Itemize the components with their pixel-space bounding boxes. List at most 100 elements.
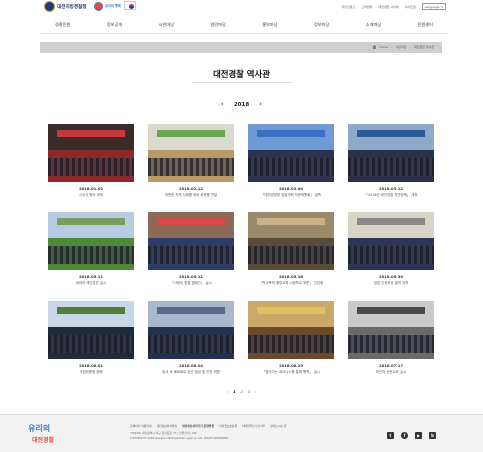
footer-logo-line2: 대전경찰 xyxy=(32,437,55,444)
gallery-caption[interactable]: 「학교폭력 예방교육 시범학교 위문」 간담회 xyxy=(248,280,334,285)
gallery-date: 2018.06.01 xyxy=(78,363,104,368)
gallery-date: 2018.05.16 xyxy=(278,274,304,279)
utility-link[interactable]: 국민신문고 xyxy=(341,5,355,9)
language-label: Language xyxy=(424,4,440,9)
photo-people xyxy=(48,158,134,176)
gallery-caption[interactable]: 시무식 행사 개최 xyxy=(48,192,134,197)
gallery-card[interactable]: 2018.06.04 등교 후 폐쇄회로 공간 점검 및 안전 체험 xyxy=(148,301,234,374)
utility-link[interactable]: 대전경찰 사이버 xyxy=(378,5,398,9)
gallery-thumbnail[interactable] xyxy=(348,124,434,182)
gallery-thumbnail[interactable] xyxy=(48,124,134,182)
photo-people xyxy=(148,246,234,264)
nav-item[interactable]: 정보마당 xyxy=(314,22,329,28)
footer-link[interactable]: 홈페이지 이용안내 xyxy=(130,424,151,428)
nav-item[interactable]: 경찰민원 xyxy=(55,22,70,28)
gallery-caption[interactable]: 「대전경찰청 경찰개혁 자문위원회」 발족 xyxy=(248,192,334,197)
gallery-thumbnail[interactable] xyxy=(148,124,234,182)
gallery-date: 2018.05.11 xyxy=(178,274,204,279)
gallery-caption[interactable]: 경찰 인권보호 결의 개최 xyxy=(348,280,434,285)
gallery-caption[interactable]: 「사랑의 헌혈 캠페인」 실시 xyxy=(148,280,234,285)
gallery-card[interactable]: 2018.05.16 「학교폭력 예방교육 시범학교 위문」 간담회 xyxy=(248,212,334,285)
gallery-card[interactable]: 2018.05.11 「사랑의 헌혈 캠페인」 실시 xyxy=(148,212,234,285)
youtube-icon[interactable]: ▶ xyxy=(415,432,422,439)
photo-people xyxy=(348,246,434,264)
gallery-card[interactable]: 2018.03.12 「2018년 대전경찰 치안정책」 개최 xyxy=(348,124,434,197)
nav-item[interactable]: 민원센터 xyxy=(418,22,433,28)
gallery-caption[interactable]: 「찾아가는 레크니스를 통해 행복」 실시 xyxy=(248,369,334,374)
facebook-icon[interactable]: f xyxy=(401,432,408,439)
breadcrumb-item[interactable]: Home xyxy=(379,45,388,49)
utility-link[interactable]: 사이트맵 xyxy=(405,5,416,9)
footer-link[interactable]: 영상정보처리기기 운영방침 xyxy=(182,424,214,428)
slogan-logo[interactable]: 유리의 행복 xyxy=(94,2,121,11)
home-icon[interactable] xyxy=(372,45,377,49)
gallery-card[interactable]: 2018.06.01 국립현충원 참배 xyxy=(48,301,134,374)
gallery-card[interactable]: 2018.07.17 보안자 전문교육 실시 xyxy=(348,301,434,374)
breadcrumb: Home › 시민마당 › 대전경찰 역사관 xyxy=(372,45,434,49)
photo-banner xyxy=(56,217,126,225)
current-year: 2018 xyxy=(233,101,250,108)
next-page-button[interactable]: › xyxy=(255,390,256,394)
gallery-thumbnail[interactable] xyxy=(148,301,234,359)
language-select[interactable]: Language ▾ xyxy=(421,3,446,10)
gallery-thumbnail[interactable] xyxy=(348,212,434,270)
prev-year-button[interactable]: ‹ xyxy=(221,101,224,108)
blog-icon[interactable]: b xyxy=(429,432,436,439)
photo-banner xyxy=(256,217,326,225)
gallery-thumbnail[interactable] xyxy=(48,301,134,359)
gallery-caption[interactable]: 따뜻한 지역 사회를 위한 위문품 전달 xyxy=(148,192,234,197)
nav-item[interactable]: 소개마당 xyxy=(366,22,381,28)
photo-background xyxy=(348,301,434,328)
utility-link[interactable]: 고객센터 xyxy=(361,5,372,9)
footer-link[interactable]: 개인정보처리방침 xyxy=(156,424,177,428)
breadcrumb-item[interactable]: 시민마당 xyxy=(395,45,406,49)
gallery-card[interactable]: 2018.03.09 「대전경찰청 경찰개혁 자문위원회」 발족 xyxy=(248,124,334,197)
nav-item[interactable]: 열린마당 xyxy=(210,22,225,28)
gallery-card[interactable]: 2018.05.30 경찰 인권보호 결의 개최 xyxy=(348,212,434,285)
korea-flag-icon xyxy=(124,1,136,10)
twitter-icon[interactable]: t xyxy=(387,432,394,439)
footer-logo-line1: 유리의 xyxy=(28,424,51,433)
page-link[interactable]: 3 xyxy=(248,390,250,394)
photo-banner xyxy=(256,129,326,137)
photo-background xyxy=(48,212,134,239)
gallery-date: 2018.06.29 xyxy=(278,363,304,368)
gallery-card[interactable]: 2018.02.12 따뜻한 지역 사회를 위한 위문품 전달 xyxy=(148,124,234,197)
gallery-caption[interactable]: 보안자 전문교육 실시 xyxy=(348,369,434,374)
footer-link[interactable]: 찾아오시는 길 xyxy=(270,424,286,428)
photo-people xyxy=(148,158,234,176)
prev-page-button[interactable]: ‹ xyxy=(227,390,228,394)
gallery-caption[interactable]: 대테러·재난훈련 실시 xyxy=(48,280,134,285)
police-emblem-icon xyxy=(44,1,55,12)
photo-banner xyxy=(356,306,426,314)
gallery-thumbnail[interactable] xyxy=(348,301,434,359)
nav-item[interactable]: 시민마당 xyxy=(159,22,174,28)
gallery-thumbnail[interactable] xyxy=(248,124,334,182)
next-year-button[interactable]: › xyxy=(259,101,262,108)
title-divider xyxy=(192,82,292,83)
gallery-date: 2018.03.09 xyxy=(278,186,304,191)
gallery-thumbnail[interactable] xyxy=(248,212,334,270)
footer-link[interactable]: 저작권보호정책 xyxy=(219,424,237,428)
nav-item[interactable]: 정보공개 xyxy=(107,22,122,28)
gallery-caption[interactable]: 국립현충원 참배 xyxy=(48,369,134,374)
gallery-card[interactable]: 2018.01.02 시무식 행사 개최 xyxy=(48,124,134,197)
photo-banner xyxy=(256,306,326,314)
footer-link[interactable]: 이메일무단수집거부 xyxy=(242,424,265,428)
gallery-thumbnail[interactable] xyxy=(148,212,234,270)
breadcrumb-separator: › xyxy=(391,45,393,49)
page-link[interactable]: 2 xyxy=(240,390,242,394)
breadcrumb-item[interactable]: 대전경찰 역사관 xyxy=(414,45,434,49)
photo-people xyxy=(248,335,334,353)
photo-background xyxy=(48,124,134,151)
nav-item[interactable]: 홍보마당 xyxy=(262,22,277,28)
page-link-current[interactable]: 1 xyxy=(233,390,236,394)
gallery-thumbnail[interactable] xyxy=(48,212,134,270)
gallery-caption[interactable]: 등교 후 폐쇄회로 공간 점검 및 안전 체험 xyxy=(148,369,234,374)
gallery-card[interactable]: 2018.05.11 대테러·재난훈련 실시 xyxy=(48,212,134,285)
gallery-card[interactable]: 2018.06.29 「찾아가는 레크니스를 통해 행복」 실시 xyxy=(248,301,334,374)
gallery-caption[interactable]: 「2018년 대전경찰 치안정책」 개최 xyxy=(348,192,434,197)
site-logo[interactable]: 대전지방경찰청 xyxy=(44,1,87,12)
gallery-thumbnail[interactable] xyxy=(248,301,334,359)
gallery-date: 2018.05.11 xyxy=(78,274,104,279)
